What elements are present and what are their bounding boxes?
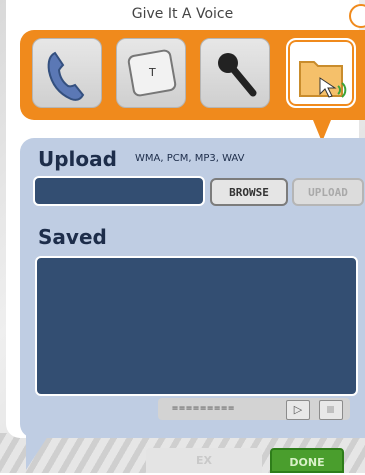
play-button[interactable]: ▷ — [286, 400, 310, 420]
saved-heading: Saved — [38, 225, 107, 249]
file-path-input[interactable] — [33, 176, 205, 206]
saved-list[interactable] — [35, 256, 358, 396]
upload-formats: WMA, PCM, MP3, WAV — [135, 153, 245, 164]
key-letter: T — [148, 66, 156, 79]
upload-tool-button[interactable] — [286, 38, 356, 108]
phone-icon — [47, 51, 85, 101]
window-title: Give It A Voice — [131, 6, 234, 22]
upload-button[interactable]: UPLOAD — [292, 178, 364, 206]
browse-button[interactable]: BROWSE — [210, 178, 288, 206]
panel-tail — [26, 430, 52, 470]
ex-button[interactable]: EX — [146, 448, 262, 473]
upload-heading: Upload — [38, 147, 117, 171]
done-button[interactable]: DONE — [270, 448, 344, 473]
stop-button[interactable] — [319, 400, 343, 420]
microphone-icon — [218, 53, 257, 97]
key-t-icon: T — [127, 49, 177, 97]
microphone-tool-button[interactable] — [200, 38, 270, 108]
keyboard-tool-button[interactable]: T — [116, 38, 186, 108]
playback-grip[interactable]: ========= — [172, 402, 264, 416]
folder-sound-icon — [299, 61, 347, 98]
tool-bar: T — [20, 30, 365, 120]
phone-tool-button[interactable] — [32, 38, 102, 108]
